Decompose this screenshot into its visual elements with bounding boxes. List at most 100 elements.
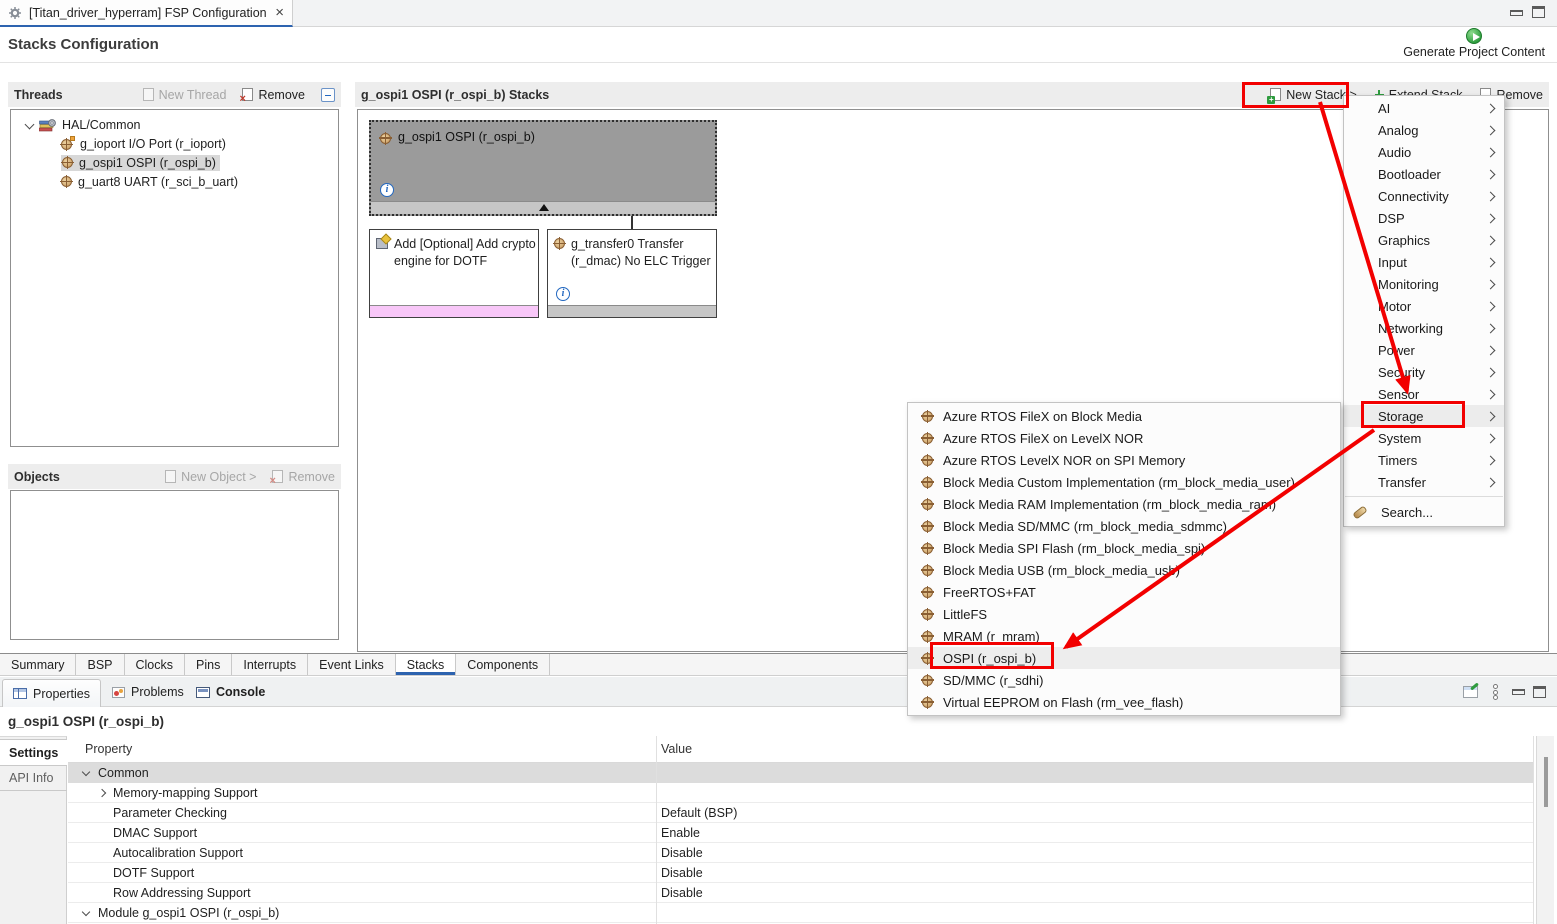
view-menu-icon[interactable] xyxy=(1493,684,1498,700)
table-row-memory-mapping[interactable]: Memory-mapping Support xyxy=(68,783,1533,803)
tab-summary[interactable]: Summary xyxy=(0,654,76,675)
menu-item-dsp[interactable]: DSP xyxy=(1344,207,1504,229)
tree-item-uart[interactable]: g_uart8 UART (r_sci_b_uart) xyxy=(11,172,338,191)
storage-item-filex-block-media[interactable]: Azure RTOS FileX on Block Media xyxy=(908,405,1340,427)
chevron-right-icon xyxy=(1486,301,1496,311)
menu-item-system[interactable]: System xyxy=(1344,427,1504,449)
minimize-icon[interactable] xyxy=(1510,10,1523,16)
storage-item-sdmmc[interactable]: SD/MMC (r_sdhi) xyxy=(908,669,1340,691)
menu-item-sensor[interactable]: Sensor xyxy=(1344,383,1504,405)
tab-api-info[interactable]: API Info xyxy=(0,766,67,791)
tab-components[interactable]: Components xyxy=(456,654,550,675)
pin-icon[interactable] xyxy=(1463,686,1478,698)
storage-item-block-media-usb[interactable]: Block Media USB (rm_block_media_usb) xyxy=(908,559,1340,581)
table-row-parameter-checking[interactable]: Parameter Checking Default (BSP) xyxy=(68,803,1533,823)
menu-item-networking[interactable]: Networking xyxy=(1344,317,1504,339)
table-row-dmac-support[interactable]: DMAC Support Enable xyxy=(68,823,1533,843)
menu-item-label: Analog xyxy=(1378,123,1487,138)
menu-item-bootloader[interactable]: Bootloader xyxy=(1344,163,1504,185)
minimize-icon[interactable] xyxy=(1512,689,1525,695)
scrollbar-thumb[interactable] xyxy=(1544,757,1548,807)
table-row-row-addressing[interactable]: Row Addressing Support Disable xyxy=(68,883,1533,903)
close-icon[interactable]: × xyxy=(275,5,284,20)
menu-item-power[interactable]: Power xyxy=(1344,339,1504,361)
collapse-all-icon[interactable] xyxy=(321,88,335,102)
scrollbar[interactable] xyxy=(1536,736,1554,924)
property-name: Memory-mapping Support xyxy=(113,783,258,803)
menu-item-connectivity[interactable]: Connectivity xyxy=(1344,185,1504,207)
table-row-common[interactable]: Common xyxy=(68,763,1533,783)
tab-console-view[interactable]: Console xyxy=(196,677,265,707)
storage-item-levelx-nor-spi[interactable]: Azure RTOS LevelX NOR on SPI Memory xyxy=(908,449,1340,471)
storage-item-freertos-fat[interactable]: FreeRTOS+FAT xyxy=(908,581,1340,603)
chevron-down-icon[interactable] xyxy=(25,120,35,130)
storage-item-ospi[interactable]: OSPI (r_ospi_b) xyxy=(908,647,1340,669)
tab-bsp[interactable]: BSP xyxy=(76,654,124,675)
storage-item-filex-levelx-nor[interactable]: Azure RTOS FileX on LevelX NOR xyxy=(908,427,1340,449)
chevron-right-icon xyxy=(1486,169,1496,179)
menu-item-ai[interactable]: AI xyxy=(1344,97,1504,119)
storage-item-block-media-custom[interactable]: Block Media Custom Implementation (rm_bl… xyxy=(908,471,1340,493)
tab-label: Stacks xyxy=(407,658,445,672)
chevron-down-icon[interactable] xyxy=(82,908,90,916)
menu-item-motor[interactable]: Motor xyxy=(1344,295,1504,317)
editor-tab[interactable]: [Titan_driver_hyperram] FSP Configuratio… xyxy=(0,0,293,27)
menu-item-graphics[interactable]: Graphics xyxy=(1344,229,1504,251)
maximize-icon[interactable] xyxy=(1533,686,1546,698)
storage-item-littlefs[interactable]: LittleFS xyxy=(908,603,1340,625)
menu-item-transfer[interactable]: Transfer xyxy=(1344,471,1504,493)
property-value: Disable xyxy=(661,843,703,863)
tree-item-ioport[interactable]: g_ioport I/O Port (r_ioport) xyxy=(11,134,338,153)
maximize-icon[interactable] xyxy=(1532,6,1545,18)
remove-object-button[interactable]: Remove xyxy=(272,470,335,484)
menu-item-security[interactable]: Security xyxy=(1344,361,1504,383)
info-icon[interactable] xyxy=(380,183,394,197)
objects-panel xyxy=(10,490,339,640)
storage-item-block-media-ram[interactable]: Block Media RAM Implementation (rm_block… xyxy=(908,493,1340,515)
menu-item-search[interactable]: Search... xyxy=(1344,500,1504,524)
storage-item-mram[interactable]: MRAM (r_mram) xyxy=(908,625,1340,647)
tab-properties-view[interactable]: Properties xyxy=(2,679,101,707)
chevron-down-icon[interactable] xyxy=(82,768,90,776)
storage-item-label: Azure RTOS FileX on Block Media xyxy=(943,409,1142,424)
tab-pins[interactable]: Pins xyxy=(185,654,232,675)
menu-item-storage[interactable]: Storage xyxy=(1344,405,1504,427)
tab-problems-view[interactable]: Problems xyxy=(112,677,184,707)
property-value: Disable xyxy=(661,863,703,883)
property-value: Default (BSP) xyxy=(661,803,737,823)
chevron-right-icon xyxy=(1486,345,1496,355)
storage-item-virtual-eeprom[interactable]: Virtual EEPROM on Flash (rm_vee_flash) xyxy=(908,691,1340,713)
tab-stacks[interactable]: Stacks xyxy=(396,654,457,675)
new-thread-button[interactable]: New Thread xyxy=(143,88,227,102)
property-table: Common Memory-mapping Support Parameter … xyxy=(68,763,1533,923)
tab-interrupts[interactable]: Interrupts xyxy=(232,654,308,675)
new-object-button[interactable]: New Object > xyxy=(165,470,256,484)
module-icon xyxy=(922,433,933,444)
menu-item-input[interactable]: Input xyxy=(1344,251,1504,273)
menu-item-timers[interactable]: Timers xyxy=(1344,449,1504,471)
remove-thread-button[interactable]: Remove xyxy=(242,88,305,102)
menu-item-label: Sensor xyxy=(1378,387,1487,402)
info-icon[interactable] xyxy=(556,287,570,301)
module-icon xyxy=(922,609,933,620)
module-box-transfer[interactable]: g_transfer0 Transfer (r_dmac) No ELC Tri… xyxy=(547,229,717,318)
storage-item-block-media-sdmmc[interactable]: Block Media SD/MMC (rm_block_media_sdmmc… xyxy=(908,515,1340,537)
tree-item-ospi[interactable]: g_ospi1 OSPI (r_ospi_b) xyxy=(11,153,338,172)
table-row-autocalibration[interactable]: Autocalibration Support Disable xyxy=(68,843,1533,863)
storage-item-block-media-spi[interactable]: Block Media SPI Flash (rm_block_media_sp… xyxy=(908,537,1340,559)
tab-event-links[interactable]: Event Links xyxy=(308,654,396,675)
menu-item-monitoring[interactable]: Monitoring xyxy=(1344,273,1504,295)
table-row-module[interactable]: Module g_ospi1 OSPI (r_ospi_b) xyxy=(68,903,1533,923)
module-box-add-crypto[interactable]: Add [Optional] Add crypto engine for DOT… xyxy=(369,229,539,318)
menu-item-analog[interactable]: Analog xyxy=(1344,119,1504,141)
table-row-dotf-support[interactable]: DOTF Support Disable xyxy=(68,863,1533,883)
storage-item-label: Block Media SD/MMC (rm_block_media_sdmmc… xyxy=(943,519,1227,534)
tab-clocks[interactable]: Clocks xyxy=(125,654,186,675)
tab-settings[interactable]: Settings xyxy=(0,739,67,766)
storage-item-label: MRAM (r_mram) xyxy=(943,629,1040,644)
module-box-ospi[interactable]: g_ospi1 OSPI (r_ospi_b) xyxy=(369,120,717,216)
generate-project-content-button[interactable]: Generate Project Content xyxy=(1403,28,1545,59)
tree-item-hal-common[interactable]: HAL/Common xyxy=(11,115,338,134)
menu-item-audio[interactable]: Audio xyxy=(1344,141,1504,163)
chevron-right-icon[interactable] xyxy=(98,789,106,797)
